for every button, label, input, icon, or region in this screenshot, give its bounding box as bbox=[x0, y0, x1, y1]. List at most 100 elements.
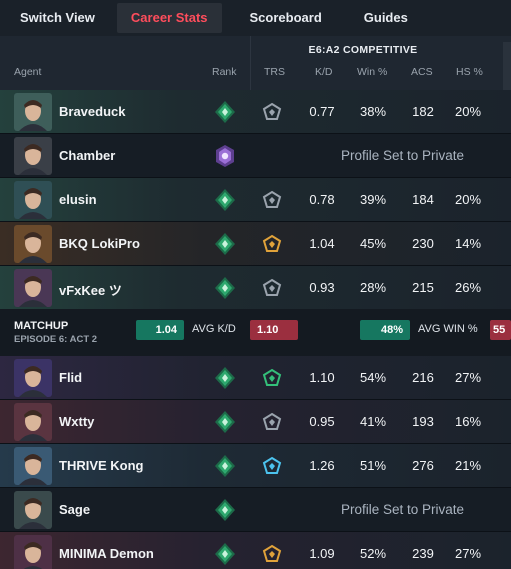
ascendant-rank-icon bbox=[213, 498, 237, 522]
player-name: elusin bbox=[59, 192, 97, 207]
kd-value: 1.09 bbox=[309, 546, 335, 561]
private-profile-text: Profile Set to Private bbox=[340, 502, 465, 517]
player-name: BKQ LokiPro bbox=[59, 236, 140, 251]
hs-value: 21% bbox=[454, 458, 482, 473]
avg-win-label: AVG WIN % bbox=[418, 323, 478, 335]
kd-value: 0.95 bbox=[309, 414, 335, 429]
avg-win-ally: 48% bbox=[360, 320, 410, 340]
win-value: 45% bbox=[359, 236, 387, 251]
win-value: 52% bbox=[359, 546, 387, 561]
player-name: Braveduck bbox=[59, 104, 126, 119]
kd-value: 0.93 bbox=[309, 280, 335, 295]
player-row[interactable]: vFxKee ツ 0.93 28% 215 26% bbox=[0, 266, 511, 310]
gold-trs-icon bbox=[262, 234, 282, 254]
ascendant-rank-icon bbox=[213, 542, 237, 566]
iron-trs-icon bbox=[262, 102, 282, 122]
diamond-trs-icon bbox=[262, 456, 282, 476]
iron-trs-icon bbox=[262, 190, 282, 210]
col-trs: TRS bbox=[264, 66, 285, 78]
ascendant-rank-icon bbox=[213, 276, 237, 300]
view-tabs: Switch View Career Stats Scoreboard Guid… bbox=[0, 0, 511, 36]
player-name: Wxtty bbox=[59, 414, 95, 429]
tab-scoreboard[interactable]: Scoreboard bbox=[236, 3, 336, 33]
agent-avatar bbox=[14, 269, 52, 307]
kd-value: 1.10 bbox=[309, 370, 335, 385]
private-profile-text: Profile Set to Private bbox=[340, 148, 465, 163]
player-name: MINIMA Demon bbox=[59, 546, 154, 561]
agent-avatar bbox=[14, 491, 52, 529]
acs-value: 182 bbox=[412, 104, 434, 119]
acs-value: 230 bbox=[412, 236, 434, 251]
player-name: THRIVE Kong bbox=[59, 458, 144, 473]
ascendant-rank-icon bbox=[213, 410, 237, 434]
player-name: vFxKee ツ bbox=[59, 283, 122, 298]
radiant-rank-icon bbox=[213, 144, 237, 168]
kd-value: 0.78 bbox=[309, 192, 335, 207]
matchup-subtitle: EPISODE 6: ACT 2 bbox=[14, 334, 98, 345]
hs-value: 14% bbox=[454, 236, 482, 251]
col-agent: Agent bbox=[14, 66, 42, 78]
hs-value: 20% bbox=[454, 192, 482, 207]
col-win: Win % bbox=[357, 66, 388, 78]
avg-kd-ally: 1.04 bbox=[136, 320, 184, 340]
acs-value: 216 bbox=[412, 370, 434, 385]
player-row[interactable]: MINIMA Demon 1.09 52% 239 27% bbox=[0, 532, 511, 569]
agent-avatar bbox=[14, 535, 52, 569]
scroll-edge[interactable] bbox=[503, 42, 511, 90]
hs-value: 27% bbox=[454, 370, 482, 385]
player-row[interactable]: BKQ LokiPro 1.04 45% 230 14% bbox=[0, 222, 511, 266]
matchup-summary: MATCHUP EPISODE 6: ACT 2 1.04 AVG K/D 1.… bbox=[0, 309, 511, 356]
ascendant-rank-icon bbox=[213, 232, 237, 256]
tab-switch-view[interactable]: Switch View bbox=[6, 3, 109, 33]
col-hs: HS % bbox=[456, 66, 483, 78]
acs-value: 193 bbox=[412, 414, 434, 429]
acs-value: 184 bbox=[412, 192, 434, 207]
ascendant-rank-icon bbox=[213, 366, 237, 390]
acs-value: 215 bbox=[412, 280, 434, 295]
acs-value: 239 bbox=[412, 546, 434, 561]
stats-column-header: E6:A2 COMPETITIVE Agent Rank TRS K/D Win… bbox=[0, 36, 511, 90]
iron-trs-icon bbox=[262, 412, 282, 432]
win-value: 28% bbox=[359, 280, 387, 295]
player-row[interactable]: Sage Profile Set to Private bbox=[0, 488, 511, 532]
player-row[interactable]: Wxtty 0.95 41% 193 16% bbox=[0, 400, 511, 444]
player-name: Chamber bbox=[59, 148, 116, 163]
win-value: 39% bbox=[359, 192, 387, 207]
hs-value: 27% bbox=[454, 546, 482, 561]
win-value: 51% bbox=[359, 458, 387, 473]
col-acs: ACS bbox=[411, 66, 433, 78]
matchup-title: MATCHUP bbox=[14, 320, 69, 332]
gold-trs-icon bbox=[262, 544, 282, 564]
agent-avatar bbox=[14, 403, 52, 441]
avg-kd-enemy: 1.10 bbox=[250, 320, 298, 340]
win-value: 54% bbox=[359, 370, 387, 385]
avg-win-enemy: 55 bbox=[490, 320, 511, 340]
ascendant-rank-icon bbox=[213, 454, 237, 478]
player-row[interactable]: elusin 0.78 39% 184 20% bbox=[0, 178, 511, 222]
hs-value: 16% bbox=[454, 414, 482, 429]
col-rank: Rank bbox=[212, 66, 237, 78]
ascendant-rank-icon bbox=[213, 188, 237, 212]
tab-guides[interactable]: Guides bbox=[350, 3, 422, 33]
kd-value: 0.77 bbox=[309, 104, 335, 119]
iron-trs-icon bbox=[262, 278, 282, 298]
agent-avatar bbox=[14, 137, 52, 175]
player-name: Sage bbox=[59, 502, 91, 517]
hs-value: 26% bbox=[454, 280, 482, 295]
agent-avatar bbox=[14, 359, 52, 397]
col-kd: K/D bbox=[315, 66, 333, 78]
player-row[interactable]: Flid 1.10 54% 216 27% bbox=[0, 356, 511, 400]
kd-value: 1.26 bbox=[309, 458, 335, 473]
acs-value: 276 bbox=[412, 458, 434, 473]
agent-avatar bbox=[14, 447, 52, 485]
emerald-trs-icon bbox=[262, 368, 282, 388]
tab-career-stats[interactable]: Career Stats bbox=[116, 3, 222, 33]
player-row[interactable]: Braveduck 0.77 38% 182 20% bbox=[0, 90, 511, 134]
player-row[interactable]: THRIVE Kong 1.26 51% 276 21% bbox=[0, 444, 511, 488]
season-label: E6:A2 COMPETITIVE bbox=[308, 44, 418, 56]
kd-value: 1.04 bbox=[309, 236, 335, 251]
player-name: Flid bbox=[59, 370, 83, 385]
win-value: 41% bbox=[359, 414, 387, 429]
player-row[interactable]: Chamber Profile Set to Private bbox=[0, 134, 511, 178]
agent-avatar bbox=[14, 93, 52, 131]
